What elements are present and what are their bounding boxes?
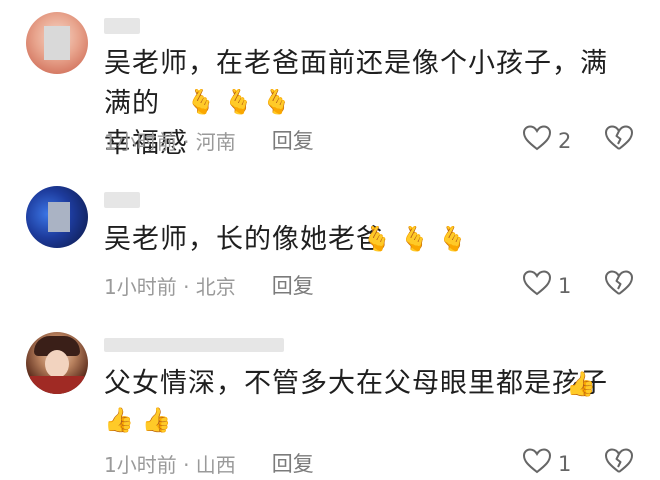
avatar[interactable]: [26, 12, 88, 74]
reply-button[interactable]: 回复: [272, 125, 314, 155]
like-count: 1: [558, 451, 572, 476]
like-count: 2: [558, 128, 572, 153]
heart-outline-icon: [522, 124, 552, 157]
emoji-group: 🫰 🫰 🫰: [186, 88, 292, 116]
timestamp-location: 1小时前 · 北京: [104, 274, 236, 299]
like-button[interactable]: 2: [522, 124, 571, 157]
avatar[interactable]: [26, 332, 88, 394]
comment-line: 吴老师，长的像她老爸: [104, 224, 384, 255]
heart-outline-icon: [522, 447, 552, 480]
comment-meta: 1小时前 · 北京 回复: [104, 270, 314, 300]
finger-heart-emoji: 🫰: [362, 225, 392, 253]
avatar[interactable]: [26, 186, 88, 248]
dislike-button[interactable]: [604, 269, 634, 297]
reply-button[interactable]: 回复: [272, 270, 314, 300]
comment-line: 吴老师，在老爸面前还是像个小孩子，满满的: [104, 48, 608, 119]
dislike-button[interactable]: [604, 124, 634, 152]
emoji-group: 🫰 🫰 🫰: [362, 225, 468, 253]
finger-heart-emoji: 🫰: [399, 225, 430, 253]
username[interactable]: [104, 18, 140, 34]
comment-meta: 1小时前 · 山西 回复: [104, 448, 314, 478]
emoji-group: 👍: [566, 370, 596, 398]
heart-outline-icon: [522, 269, 552, 302]
comment-line: 父女情深，不管多大在父母眼里都是孩子: [104, 368, 608, 399]
username[interactable]: [104, 338, 284, 352]
thumbs-up-emoji: 👍: [566, 370, 596, 398]
finger-heart-emoji: 🫰: [186, 88, 216, 116]
comment-text: 父女情深，不管多大在父母眼里都是孩子: [104, 364, 624, 404]
timestamp-location: 1小时前 · 河南: [104, 129, 236, 154]
finger-heart-emoji: 🫰: [261, 88, 292, 116]
username[interactable]: [104, 192, 140, 208]
finger-heart-emoji: 🫰: [437, 225, 468, 253]
broken-heart-icon: [604, 125, 634, 156]
comment-meta: 1小时前 · 河南 回复: [104, 125, 314, 155]
like-count: 1: [558, 273, 572, 298]
finger-heart-emoji: 🫰: [223, 88, 254, 116]
like-button[interactable]: 1: [522, 447, 571, 480]
timestamp-location: 1小时前 · 山西: [104, 452, 236, 477]
like-button[interactable]: 1: [522, 269, 571, 302]
broken-heart-icon: [604, 448, 634, 479]
broken-heart-icon: [604, 270, 634, 301]
thumbs-up-emoji: 👍: [104, 406, 134, 434]
dislike-button[interactable]: [604, 447, 634, 475]
emoji-group: 👍 👍: [104, 406, 172, 434]
reply-button[interactable]: 回复: [272, 448, 314, 478]
thumbs-up-emoji: 👍: [141, 406, 172, 434]
